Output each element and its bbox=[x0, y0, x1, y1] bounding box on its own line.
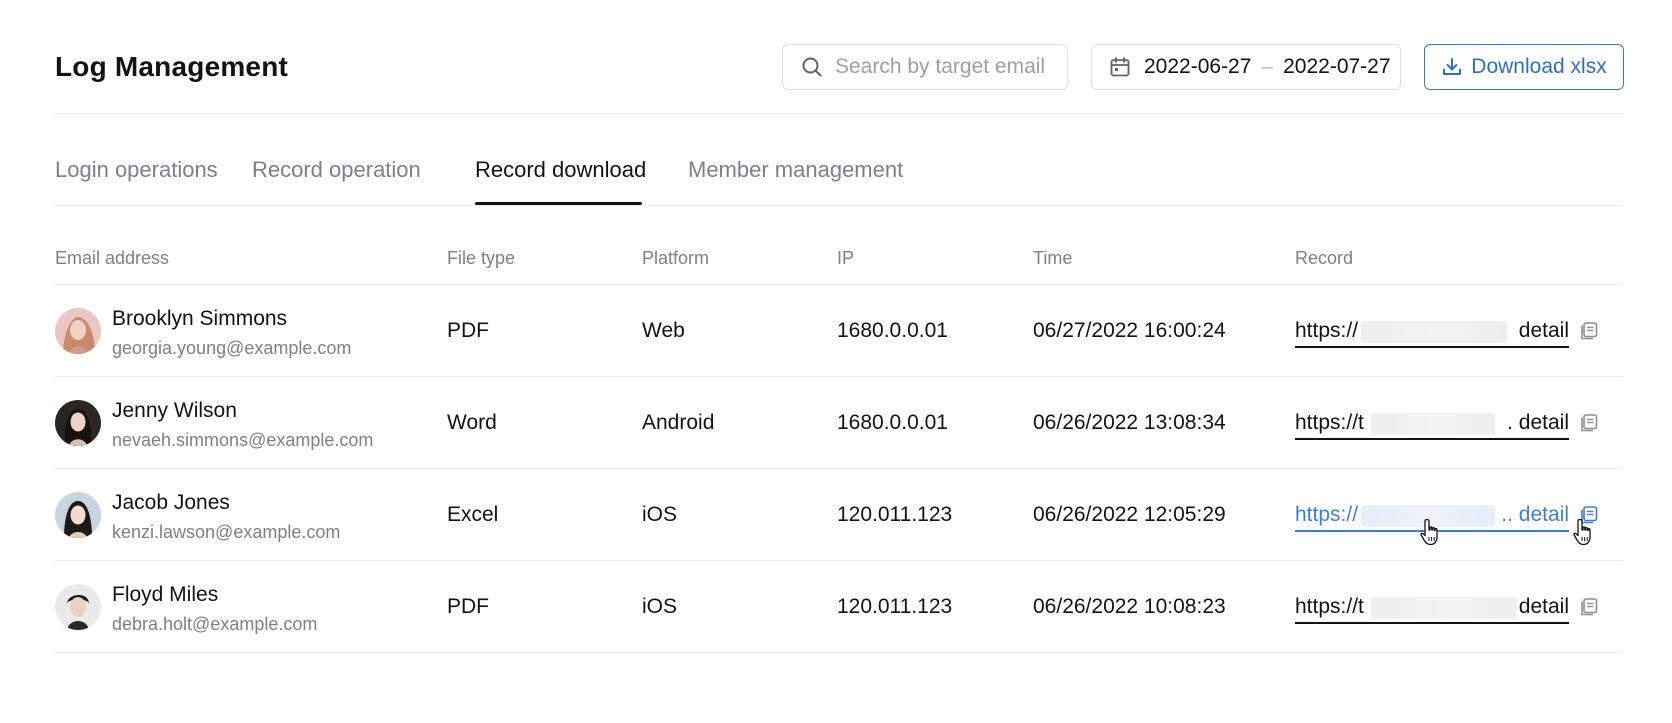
file-type: Excel bbox=[447, 503, 499, 526]
time: 06/26/2022 12:05:29 bbox=[1033, 503, 1226, 526]
column-header-email: Email address bbox=[55, 248, 170, 268]
record-link-prefix: https://t bbox=[1295, 595, 1364, 618]
search-icon bbox=[799, 54, 825, 80]
table-row: Jenny Wilson nevaeh.simmons@example.com … bbox=[55, 377, 1623, 469]
copy-icon[interactable] bbox=[1577, 503, 1601, 527]
avatar bbox=[55, 492, 101, 538]
copy-icon[interactable] bbox=[1577, 595, 1601, 619]
column-header-record: Record bbox=[1295, 248, 1354, 268]
blurred-url bbox=[1371, 413, 1495, 435]
record-link-underline bbox=[1295, 622, 1569, 624]
ip-address: 120.011.123 bbox=[837, 503, 953, 526]
tab-record-operation[interactable]: Record operation bbox=[252, 157, 421, 183]
blurred-url bbox=[1371, 597, 1517, 619]
user-name: Jacob Jones bbox=[112, 491, 230, 514]
download-xlsx-button[interactable]: Download xlsx bbox=[1424, 44, 1624, 90]
download-xlsx-label: Download xlsx bbox=[1471, 55, 1607, 78]
platform: iOS bbox=[642, 503, 678, 526]
table-row: Jacob Jones kenzi.lawson@example.com Exc… bbox=[55, 469, 1623, 561]
date-range-start[interactable]: 2022-06-27 bbox=[1144, 55, 1251, 79]
date-range-end[interactable]: 2022-07-27 bbox=[1283, 55, 1390, 79]
avatar bbox=[55, 400, 101, 446]
record-link-suffix: . detail bbox=[1507, 411, 1569, 434]
active-tab-indicator bbox=[475, 202, 642, 205]
time: 06/26/2022 10:08:23 bbox=[1033, 595, 1226, 618]
date-range-separator: – bbox=[1261, 55, 1274, 78]
user-email: nevaeh.simmons@example.com bbox=[112, 430, 374, 450]
copy-icon[interactable] bbox=[1577, 319, 1601, 343]
ip-address: 1680.0.0.01 bbox=[837, 411, 948, 434]
copy-icon[interactable] bbox=[1577, 411, 1601, 435]
avatar bbox=[55, 308, 101, 354]
user-name: Jenny Wilson bbox=[112, 399, 237, 422]
record-link-underline bbox=[1295, 530, 1569, 532]
file-type: Word bbox=[447, 411, 497, 434]
time: 06/26/2022 13:08:34 bbox=[1033, 411, 1226, 434]
user-email: georgia.young@example.com bbox=[112, 338, 352, 358]
blurred-url bbox=[1361, 505, 1495, 527]
user-email: debra.holt@example.com bbox=[112, 614, 318, 634]
column-header-time: Time bbox=[1033, 248, 1073, 268]
date-range-picker[interactable]: 2022-06-27 – 2022-07-27 bbox=[1091, 44, 1401, 90]
file-type: PDF bbox=[447, 595, 489, 618]
record-link-suffix: detail bbox=[1518, 319, 1569, 342]
user-email: kenzi.lawson@example.com bbox=[112, 522, 341, 542]
table-row: Floyd Miles debra.holt@example.com PDF i… bbox=[55, 561, 1623, 653]
tab-bar: Login operations Record operation Record… bbox=[55, 114, 1623, 206]
column-header-file-type: File type bbox=[447, 248, 516, 268]
platform: Android bbox=[642, 411, 715, 434]
avatar bbox=[55, 584, 101, 630]
ip-address: 120.011.123 bbox=[837, 595, 953, 618]
record-link-prefix: https:// bbox=[1295, 503, 1359, 526]
table-row: Brooklyn Simmons georgia.young@example.c… bbox=[55, 285, 1623, 377]
record-link-underline bbox=[1295, 346, 1569, 348]
record-link-prefix: https://t bbox=[1295, 411, 1364, 434]
download-icon bbox=[1441, 56, 1463, 78]
file-type: PDF bbox=[447, 319, 489, 342]
table-header: Email address File type Platform IP Time… bbox=[55, 206, 1623, 285]
column-header-platform: Platform bbox=[642, 248, 710, 268]
time: 06/27/2022 16:00:24 bbox=[1033, 319, 1226, 342]
search-input[interactable] bbox=[835, 55, 1055, 79]
log-management-page: Log Management 2022-06-27 – 2022-07-27 D… bbox=[55, 0, 1624, 723]
record-link-suffix: detail bbox=[1518, 595, 1569, 618]
search-box[interactable] bbox=[782, 44, 1068, 90]
platform: Web bbox=[642, 319, 685, 342]
page-title: Log Management bbox=[55, 51, 289, 82]
record-link-suffix: .. detail bbox=[1501, 503, 1569, 526]
tab-member-management[interactable]: Member management bbox=[688, 157, 903, 183]
blurred-url bbox=[1361, 321, 1507, 343]
ip-address: 1680.0.0.01 bbox=[837, 319, 948, 342]
user-name: Brooklyn Simmons bbox=[112, 307, 288, 330]
header: Log Management 2022-06-27 – 2022-07-27 D… bbox=[55, 0, 1624, 114]
column-header-ip: IP bbox=[837, 248, 855, 268]
log-table: Email address File type Platform IP Time… bbox=[55, 206, 1623, 653]
record-link-prefix: https:// bbox=[1295, 319, 1359, 342]
user-name: Floyd Miles bbox=[112, 583, 219, 606]
tab-login-operations[interactable]: Login operations bbox=[55, 157, 218, 183]
calendar-icon bbox=[1108, 55, 1132, 79]
record-link-underline bbox=[1295, 438, 1569, 440]
platform: iOS bbox=[642, 595, 678, 618]
tab-record-download[interactable]: Record download bbox=[475, 157, 646, 183]
